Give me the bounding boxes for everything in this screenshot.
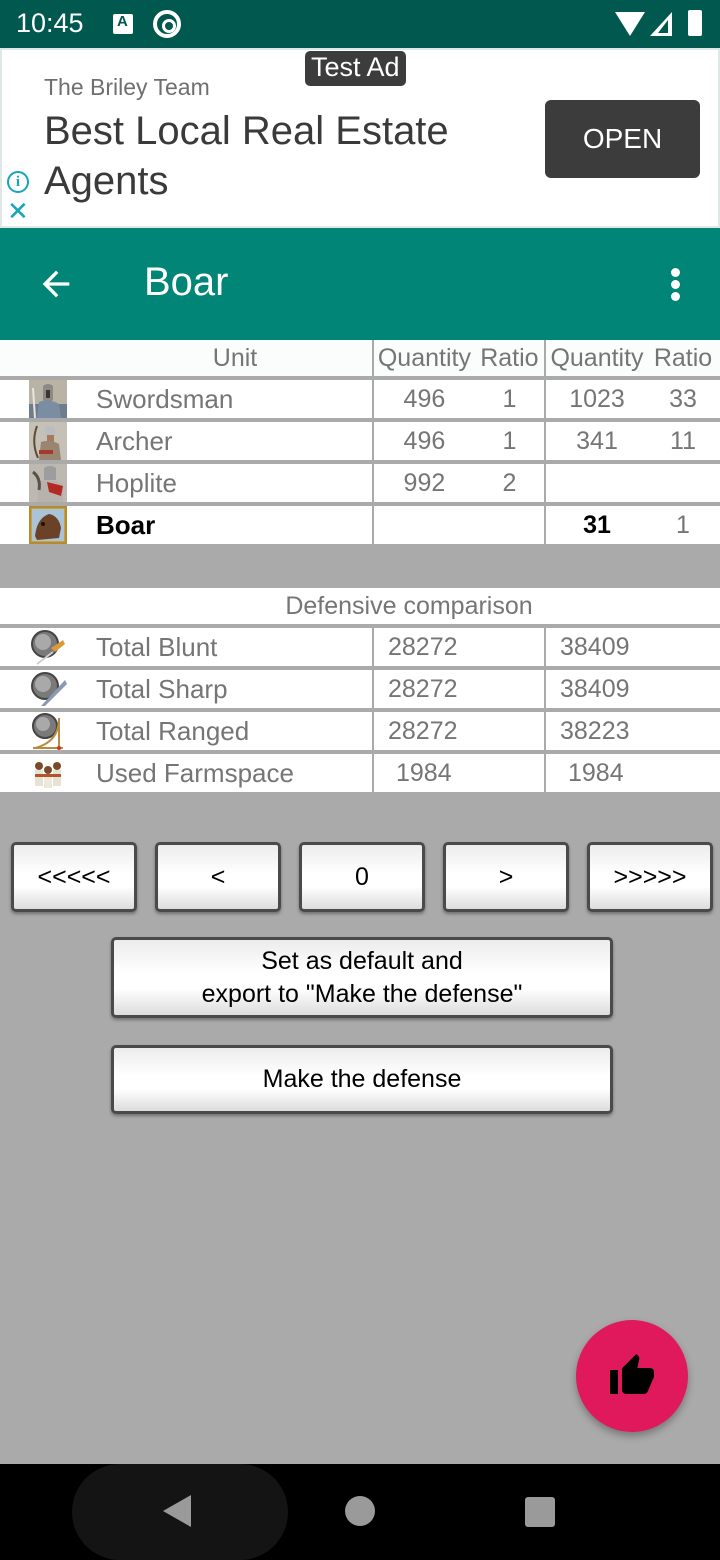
quantity-b: 1023 [569,384,625,413]
defense-label: Total Sharp [96,673,228,704]
ratio-b [648,464,718,502]
hoplite-icon [29,464,67,502]
defense-value-a: 28272 [374,712,546,750]
table-row-selected[interactable]: Boar 31 1 [0,506,720,548]
table-row: Total Sharp 28272 38409 [0,670,720,712]
header-unit: Unit [212,343,258,372]
quantity-a: 992 [403,468,446,497]
defense-table: Defensive comparison Total Blunt 28272 3… [0,588,720,796]
defense-value-a: 1984 [374,754,546,792]
status-bar: 10:45 [0,0,720,48]
header-quantity-b: Quantity [550,343,644,372]
table-row[interactable]: Hoplite 992 2 [0,464,720,506]
app-bar: Boar [0,228,720,340]
ratio-b: 11 [670,426,696,455]
ad-open-button[interactable]: OPEN [545,100,700,178]
keyboard-a-icon [113,13,133,34]
defense-value-b: 38223 [560,716,630,745]
unit-table: Unit Quantity Ratio Quantity Ratio Sword… [0,340,720,548]
make-defense-button[interactable]: Make the defense [111,1045,613,1114]
farmspace-icon [35,762,61,788]
first-page-button[interactable]: <<<<< [11,842,137,912]
sharp-defense-icon [31,672,67,706]
ad-info-icon[interactable]: i [7,171,29,193]
thumb-up-icon [610,1354,654,1394]
defense-table-title: Defensive comparison [285,591,533,620]
ratio-a: 1 [502,426,517,455]
thumbs-up-fab[interactable] [576,1320,688,1432]
current-index-button[interactable]: 0 [299,842,425,912]
header-ratio-b: Ratio [653,343,713,372]
unit-name: Swordsman [96,383,234,414]
back-arrow-icon[interactable] [36,264,76,304]
quantity-a: 496 [403,426,446,455]
table-row: Used Farmspace 1984 1984 [0,754,720,796]
unit-name: Boar [96,509,156,540]
set-default-export-button[interactable]: Set as default and export to "Make the d… [111,937,613,1018]
table-row: Total Blunt 28272 38409 [0,628,720,670]
ad-advertiser: The Briley Team [44,74,210,100]
nav-back-icon[interactable] [163,1495,191,1527]
more-options-icon[interactable] [660,264,692,304]
wifi-icon [615,12,645,36]
set-default-label-line1: Set as default and [261,946,463,975]
defense-label: Total Blunt [96,631,218,662]
unit-name: Hoplite [96,467,177,498]
status-time: 10:45 [16,8,84,38]
quantity-b [546,464,648,502]
battery-icon [688,10,702,36]
nav-home-icon[interactable] [345,1496,375,1526]
ratio-a: 1 [502,384,517,413]
ad-headline[interactable]: Best Local Real Estate Agents [44,106,514,206]
table-row[interactable]: Archer 496 1 341 11 [0,422,720,464]
defense-table-title-row: Defensive comparison [0,588,720,628]
ranged-defense-icon [32,713,63,750]
defense-value-b: 38409 [560,674,630,703]
table-row: Total Ranged 28272 38223 [0,712,720,754]
ad-close-icon[interactable]: ✕ [7,198,29,224]
swordsman-icon [29,380,67,418]
quantity-a: 496 [403,384,446,413]
ad-banner[interactable]: Test Ad The Briley Team Best Local Real … [0,48,720,228]
test-ad-badge: Test Ad [305,51,406,86]
unit-name: Archer [96,425,173,456]
unit-table-header: Unit Quantity Ratio Quantity Ratio [0,340,720,380]
defense-label: Used Farmspace [96,757,294,788]
ratio-a [475,506,544,544]
defense-value-a: 28272 [374,670,546,708]
set-default-label-line2: export to "Make the defense" [201,979,523,1008]
signal-icon [650,12,672,36]
boar-icon [29,506,67,544]
quantity-b: 31 [583,510,611,539]
quantity-a [374,506,475,544]
defense-value-a: 28272 [374,628,546,666]
ratio-b: 33 [669,384,697,413]
previous-button[interactable]: < [155,842,281,912]
header-quantity-a: Quantity [377,343,471,372]
page-title: Boar [144,260,229,304]
defense-label: Total Ranged [96,715,250,746]
table-row[interactable]: Swordsman 496 1 1023 33 [0,380,720,422]
system-navigation-bar [0,1464,720,1560]
quantity-b: 341 [576,426,618,455]
blunt-defense-icon [31,630,65,665]
archer-icon [29,422,67,460]
nav-recents-icon[interactable] [525,1497,555,1527]
data-saver-icon [153,10,181,38]
defense-value-b: 1984 [568,758,624,787]
ratio-a: 2 [502,468,517,497]
header-ratio-a: Ratio [480,343,539,372]
last-page-button[interactable]: >>>>> [587,842,713,912]
defense-value-b: 38409 [560,632,630,661]
ratio-b: 1 [676,510,690,539]
next-button[interactable]: > [443,842,569,912]
